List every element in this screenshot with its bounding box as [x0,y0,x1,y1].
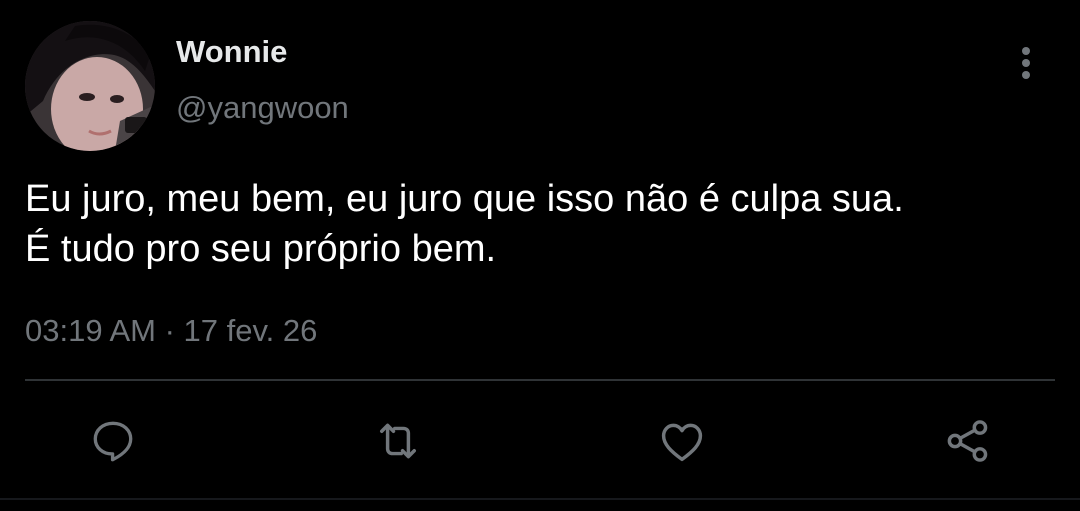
divider [25,379,1055,381]
reply-button[interactable] [85,413,141,469]
bottom-divider [0,498,1080,500]
share-icon [947,420,988,462]
like-icon [661,423,703,462]
retweet-icon [380,423,416,459]
reply-icon [93,421,133,462]
tweet-text: Eu juro, meu bem, eu juro que isso não é… [25,174,1065,274]
more-options-button[interactable] [1006,42,1046,86]
retweet-button[interactable] [370,413,426,469]
avatar[interactable] [25,21,155,151]
tweet-text-line: É tudo pro seu próprio bem. [25,228,497,270]
tweet-timestamp[interactable]: 03:19 AM · 17 fev. 26 [25,313,317,349]
handle[interactable]: @yangwoon [176,90,349,126]
display-name[interactable]: Wonnie [176,34,287,70]
share-button[interactable] [940,413,996,469]
avatar-image [25,21,155,151]
tweet-text-line: Eu juro, meu bem, eu juro que isso não é… [25,178,904,220]
like-button[interactable] [654,413,710,469]
more-vertical-icon [1022,47,1030,79]
